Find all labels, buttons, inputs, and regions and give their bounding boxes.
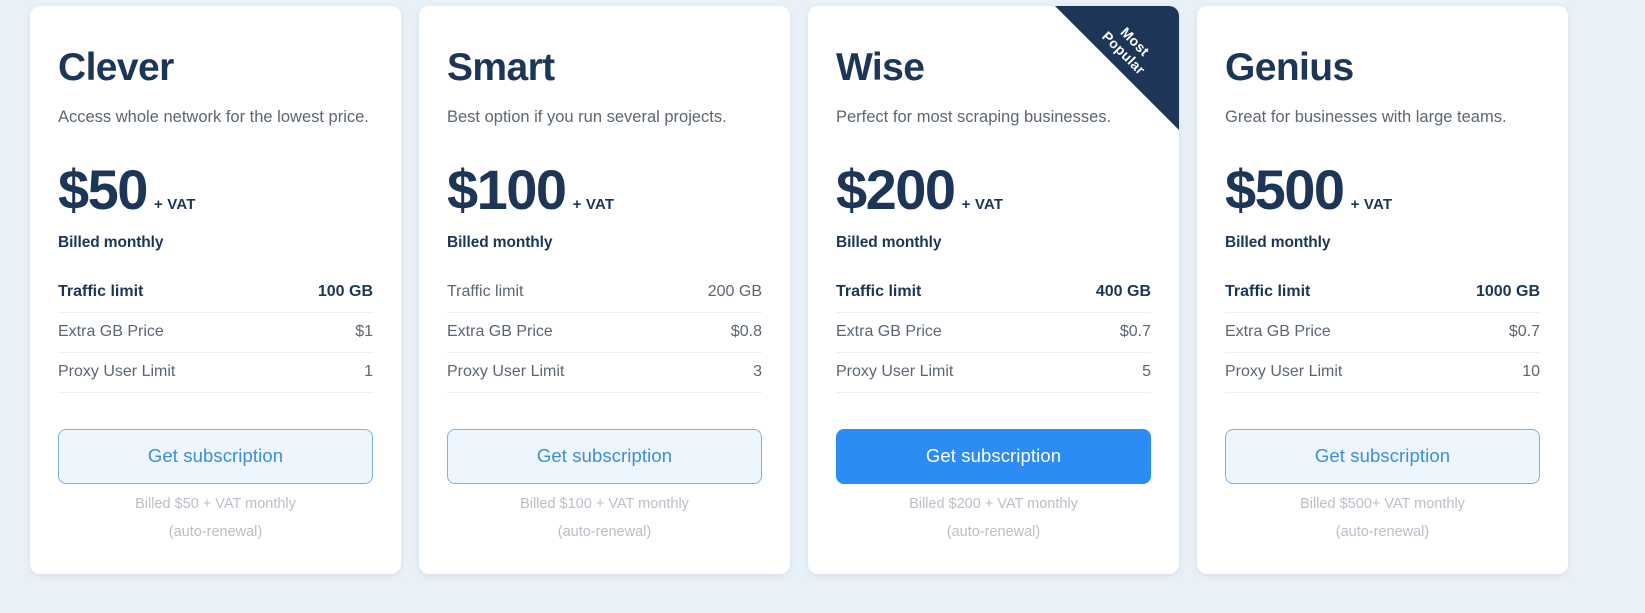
plan-price-vat-note: + VAT bbox=[153, 196, 196, 213]
feature-row: Extra GB Price $0.7 bbox=[836, 313, 1151, 353]
pricing-plans-grid: Clever Access whole network for the lowes… bbox=[0, 0, 1645, 574]
billing-note: Billed $200 + VAT monthly bbox=[909, 495, 1078, 512]
plan-tagline: Perfect for most scraping businesses. bbox=[836, 108, 1112, 126]
plan-cta-area: Get subscription Billed $500+ VAT monthly… bbox=[1225, 428, 1540, 541]
plan-price-row: $50 + VAT bbox=[58, 158, 373, 221]
auto-renewal-note: (auto-renewal) bbox=[946, 524, 1041, 541]
plan-price-amount: $200 bbox=[836, 158, 956, 221]
auto-renewal-note: (auto-renewal) bbox=[168, 524, 263, 541]
feature-value: 5 bbox=[1142, 362, 1151, 380]
plan-price-vat-note: + VAT bbox=[572, 196, 615, 213]
feature-label: Proxy User Limit bbox=[58, 362, 176, 380]
plan-tagline: Best option if you run several projects. bbox=[447, 108, 727, 126]
feature-label: Proxy User Limit bbox=[447, 362, 565, 380]
plan-feature-table: Traffic limit 100 GB Extra GB Price $1 Proxy… bbox=[58, 273, 373, 393]
feature-row: Extra GB Price $1 bbox=[58, 313, 373, 353]
get-subscription-button[interactable]: Get subscription bbox=[836, 428, 1151, 484]
billing-note: Billed $50 + VAT monthly bbox=[135, 495, 296, 512]
feature-row: Proxy User Limit 3 bbox=[447, 353, 762, 393]
plan-price-amount: $100 bbox=[447, 158, 567, 221]
plan-title: Smart bbox=[447, 46, 555, 89]
feature-label: Extra GB Price bbox=[447, 322, 553, 340]
get-subscription-button[interactable]: Get subscription bbox=[58, 428, 373, 484]
auto-renewal-note: (auto-renewal) bbox=[557, 524, 652, 541]
plan-card-genius: Genius Great for businesses with large te… bbox=[1197, 6, 1568, 574]
billing-note: Billed $100 + VAT monthly bbox=[520, 495, 689, 512]
plan-title: Genius bbox=[1225, 46, 1354, 89]
feature-value: 200 GB bbox=[707, 282, 762, 300]
feature-row: Proxy User Limit 1 bbox=[58, 353, 373, 393]
plan-price-row: $500 + VAT bbox=[1225, 158, 1540, 221]
plan-tagline: Access whole network for the lowest pric… bbox=[58, 108, 369, 126]
plan-feature-table: Traffic limit 200 GB Extra GB Price $0.8 Pro… bbox=[447, 273, 762, 393]
feature-row: Traffic limit 100 GB bbox=[58, 273, 373, 313]
plan-feature-table: Traffic limit 400 GB Extra GB Price $0.7 Pro… bbox=[836, 273, 1151, 393]
feature-value: $1 bbox=[355, 322, 373, 340]
feature-value: $0.7 bbox=[1119, 322, 1151, 340]
feature-value: $0.7 bbox=[1508, 322, 1540, 340]
plan-feature-table: Traffic limit 1000 GB Extra GB Price $0.7 Pr… bbox=[1225, 273, 1540, 393]
feature-row: Traffic limit 400 GB bbox=[836, 273, 1151, 313]
plan-cta-area: Get subscription Billed $100 + VAT monthl… bbox=[447, 428, 762, 541]
feature-label: Traffic limit bbox=[447, 282, 524, 300]
feature-label: Traffic limit bbox=[1225, 282, 1311, 300]
feature-value: 1 bbox=[364, 362, 373, 380]
feature-value: 10 bbox=[1522, 362, 1540, 380]
auto-renewal-note: (auto-renewal) bbox=[1335, 524, 1430, 541]
plan-title: Wise bbox=[836, 46, 925, 89]
plan-price-amount: $500 bbox=[1225, 158, 1345, 221]
feature-value: $0.8 bbox=[730, 322, 762, 340]
plan-price-row: $100 + VAT bbox=[447, 158, 762, 221]
feature-label: Extra GB Price bbox=[836, 322, 942, 340]
get-subscription-button[interactable]: Get subscription bbox=[1225, 428, 1540, 484]
feature-label: Extra GB Price bbox=[1225, 322, 1331, 340]
plan-cta-area: Get subscription Billed $50 + VAT monthly… bbox=[58, 428, 373, 541]
feature-value: 1000 GB bbox=[1475, 282, 1540, 300]
plan-billing-period: Billed monthly bbox=[1225, 233, 1331, 251]
feature-label: Traffic limit bbox=[836, 282, 922, 300]
feature-label: Proxy User Limit bbox=[1225, 362, 1343, 380]
plan-billing-period: Billed monthly bbox=[836, 233, 942, 251]
feature-value: 100 GB bbox=[317, 282, 373, 300]
plan-price-row: $200 + VAT bbox=[836, 158, 1151, 221]
feature-value: 400 GB bbox=[1095, 282, 1151, 300]
feature-row: Traffic limit 200 GB bbox=[447, 273, 762, 313]
plan-billing-period: Billed monthly bbox=[447, 233, 553, 251]
plan-billing-period: Billed monthly bbox=[58, 233, 164, 251]
get-subscription-button[interactable]: Get subscription bbox=[447, 428, 762, 484]
plan-card-smart: Smart Best option if you run several proj… bbox=[419, 6, 790, 574]
plan-price-vat-note: + VAT bbox=[961, 196, 1004, 213]
feature-label: Extra GB Price bbox=[58, 322, 164, 340]
feature-row: Proxy User Limit 10 bbox=[1225, 353, 1540, 393]
plan-cta-area: Get subscription Billed $200 + VAT monthl… bbox=[836, 428, 1151, 541]
plan-title: Clever bbox=[58, 46, 174, 89]
feature-row: Extra GB Price $0.7 bbox=[1225, 313, 1540, 353]
feature-row: Extra GB Price $0.8 bbox=[447, 313, 762, 353]
plan-price-amount: $50 bbox=[58, 158, 148, 221]
plan-price-vat-note: + VAT bbox=[1350, 196, 1393, 213]
feature-row: Traffic limit 1000 GB bbox=[1225, 273, 1540, 313]
plan-card-wise: Most Popular Wise Perfect for most scraping… bbox=[808, 6, 1179, 574]
feature-label: Traffic limit bbox=[58, 282, 144, 300]
feature-row: Proxy User Limit 5 bbox=[836, 353, 1151, 393]
feature-value: 3 bbox=[753, 362, 762, 380]
plan-card-clever: Clever Access whole network for the lowes… bbox=[30, 6, 401, 574]
feature-label: Proxy User Limit bbox=[836, 362, 954, 380]
billing-note: Billed $500+ VAT monthly bbox=[1300, 495, 1465, 512]
plan-tagline: Great for businesses with large teams. bbox=[1225, 108, 1507, 126]
